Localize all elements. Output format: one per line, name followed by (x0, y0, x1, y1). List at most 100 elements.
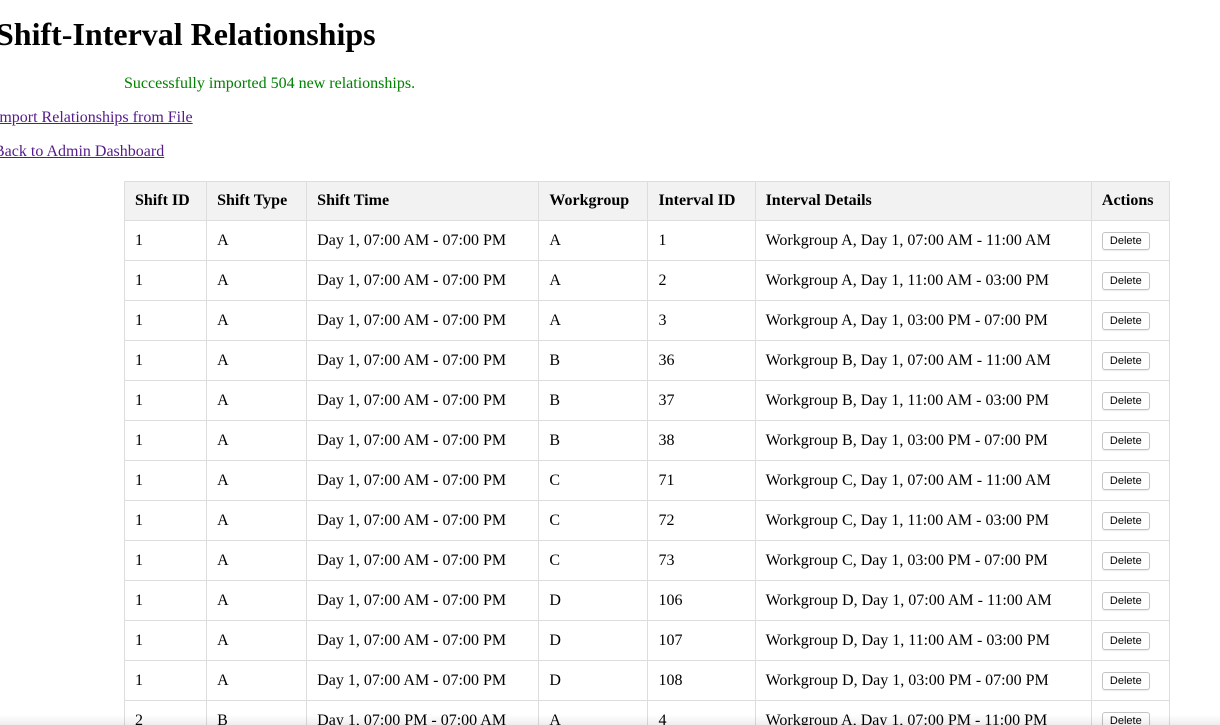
cell-workgroup: D (538, 620, 649, 661)
cell-actions: Delete (1090, 300, 1171, 341)
delete-button[interactable]: Delete (1101, 712, 1150, 725)
cell-shift-time: Day 1, 07:00 AM - 07:00 PM (306, 660, 540, 701)
cell-workgroup: C (538, 540, 649, 581)
cell-interval-id: 2 (647, 260, 756, 301)
cell-shift-type: A (206, 620, 308, 661)
cell-workgroup: A (538, 700, 649, 725)
delete-button[interactable]: Delete (1101, 512, 1150, 530)
cell-interval-details: Workgroup A, Day 1, 07:00 PM - 11:00 PM (754, 700, 1092, 725)
cell-workgroup: C (538, 500, 649, 541)
cell-actions: Delete (1090, 620, 1171, 661)
header-interval-details: Interval Details (754, 181, 1092, 221)
cell-workgroup: A (538, 260, 649, 301)
cell-interval-id: 3 (647, 300, 756, 341)
cell-interval-details: Workgroup A, Day 1, 11:00 AM - 03:00 PM (754, 260, 1092, 301)
cell-shift-type: A (206, 580, 308, 621)
delete-button[interactable]: Delete (1101, 472, 1150, 490)
cell-shift-type: A (206, 380, 308, 421)
cell-shift-type: A (206, 300, 308, 341)
cell-interval-id: 71 (647, 460, 756, 501)
cell-workgroup: B (538, 380, 649, 421)
table-row: 1 A Day 1, 07:00 AM - 07:00 PM D 106 Wor… (123, 580, 1171, 621)
cell-interval-details: Workgroup C, Day 1, 07:00 AM - 11:00 AM (754, 460, 1092, 501)
cell-interval-details: Workgroup D, Day 1, 11:00 AM - 03:00 PM (754, 620, 1092, 661)
cell-interval-details: Workgroup A, Day 1, 03:00 PM - 07:00 PM (754, 300, 1092, 341)
delete-button[interactable]: Delete (1101, 592, 1150, 610)
header-shift-time: Shift Time (306, 181, 540, 221)
cell-shift-id: 1 (123, 580, 208, 621)
back-to-dashboard-link[interactable]: Back to Admin Dashboard (0, 142, 164, 162)
header-shift-type: Shift Type (206, 181, 308, 221)
cell-shift-time: Day 1, 07:00 PM - 07:00 AM (306, 700, 540, 725)
delete-button[interactable]: Delete (1101, 232, 1150, 250)
cell-interval-id: 73 (647, 540, 756, 581)
cell-shift-time: Day 1, 07:00 AM - 07:00 PM (306, 260, 540, 301)
cell-shift-type: A (206, 220, 308, 261)
cell-workgroup: B (538, 340, 649, 381)
cell-actions: Delete (1090, 460, 1171, 501)
cell-interval-id: 1 (647, 220, 756, 261)
cell-shift-time: Day 1, 07:00 AM - 07:00 PM (306, 500, 540, 541)
table-row: 1 A Day 1, 07:00 AM - 07:00 PM A 2 Workg… (123, 260, 1171, 301)
cell-shift-id: 1 (123, 540, 208, 581)
table-row: 1 A Day 1, 07:00 AM - 07:00 PM B 38 Work… (123, 420, 1171, 461)
cell-shift-id: 1 (123, 220, 208, 261)
cell-shift-id: 1 (123, 340, 208, 381)
cell-shift-type: A (206, 340, 308, 381)
cell-interval-id: 38 (647, 420, 756, 461)
cell-shift-type: A (206, 420, 308, 461)
cell-interval-id: 108 (647, 660, 756, 701)
cell-workgroup: B (538, 420, 649, 461)
header-shift-id: Shift ID (123, 181, 208, 221)
delete-button[interactable]: Delete (1101, 272, 1150, 290)
table-row: 1 A Day 1, 07:00 AM - 07:00 PM C 71 Work… (123, 460, 1171, 501)
table-row: 1 A Day 1, 07:00 AM - 07:00 PM A 3 Workg… (123, 300, 1171, 341)
cell-interval-details: Workgroup D, Day 1, 03:00 PM - 07:00 PM (754, 660, 1092, 701)
delete-button[interactable]: Delete (1101, 632, 1150, 650)
cell-interval-details: Workgroup C, Day 1, 11:00 AM - 03:00 PM (754, 500, 1092, 541)
table-head: Shift ID Shift Type Shift Time Workgroup… (123, 181, 1171, 221)
table-row: 1 A Day 1, 07:00 AM - 07:00 PM D 108 Wor… (123, 660, 1171, 701)
cell-shift-type: B (206, 700, 308, 725)
cell-shift-type: A (206, 500, 308, 541)
relationships-table: Shift ID Shift Type Shift Time Workgroup… (123, 181, 1171, 725)
delete-button[interactable]: Delete (1101, 312, 1150, 330)
table-body: 1 A Day 1, 07:00 AM - 07:00 PM A 1 Workg… (123, 220, 1171, 725)
page: Shift-Interval Relationships Successfull… (0, 0, 1220, 725)
cell-interval-details: Workgroup B, Day 1, 07:00 AM - 11:00 AM (754, 340, 1092, 381)
cell-shift-id: 1 (123, 420, 208, 461)
cell-shift-time: Day 1, 07:00 AM - 07:00 PM (306, 540, 540, 581)
cell-interval-id: 36 (647, 340, 756, 381)
cell-shift-type: A (206, 460, 308, 501)
cell-shift-id: 1 (123, 660, 208, 701)
cell-actions: Delete (1090, 420, 1171, 461)
header-actions: Actions (1090, 181, 1171, 221)
cell-actions: Delete (1090, 220, 1171, 261)
table-row: 1 A Day 1, 07:00 AM - 07:00 PM B 36 Work… (123, 340, 1171, 381)
cell-shift-time: Day 1, 07:00 AM - 07:00 PM (306, 580, 540, 621)
cell-interval-details: Workgroup D, Day 1, 07:00 AM - 11:00 AM (754, 580, 1092, 621)
delete-button[interactable]: Delete (1101, 392, 1150, 410)
cell-shift-type: A (206, 260, 308, 301)
delete-button[interactable]: Delete (1101, 352, 1150, 370)
cell-actions: Delete (1090, 660, 1171, 701)
delete-button[interactable]: Delete (1101, 672, 1150, 690)
import-relationships-link[interactable]: Import Relationships from File (0, 108, 193, 128)
cell-actions: Delete (1090, 380, 1171, 421)
cell-interval-id: 37 (647, 380, 756, 421)
cell-interval-id: 107 (647, 620, 756, 661)
cell-shift-id: 1 (123, 260, 208, 301)
delete-button[interactable]: Delete (1101, 552, 1150, 570)
cell-shift-type: A (206, 540, 308, 581)
cell-actions: Delete (1090, 540, 1171, 581)
delete-button[interactable]: Delete (1101, 432, 1150, 450)
header-workgroup: Workgroup (538, 181, 649, 221)
cell-interval-id: 106 (647, 580, 756, 621)
table-header-row: Shift ID Shift Type Shift Time Workgroup… (123, 181, 1171, 221)
cell-shift-type: A (206, 660, 308, 701)
cell-interval-details: Workgroup A, Day 1, 07:00 AM - 11:00 AM (754, 220, 1092, 261)
cell-actions: Delete (1090, 580, 1171, 621)
table-row: 1 A Day 1, 07:00 AM - 07:00 PM D 107 Wor… (123, 620, 1171, 661)
cell-shift-time: Day 1, 07:00 AM - 07:00 PM (306, 300, 540, 341)
cell-interval-details: Workgroup B, Day 1, 11:00 AM - 03:00 PM (754, 380, 1092, 421)
